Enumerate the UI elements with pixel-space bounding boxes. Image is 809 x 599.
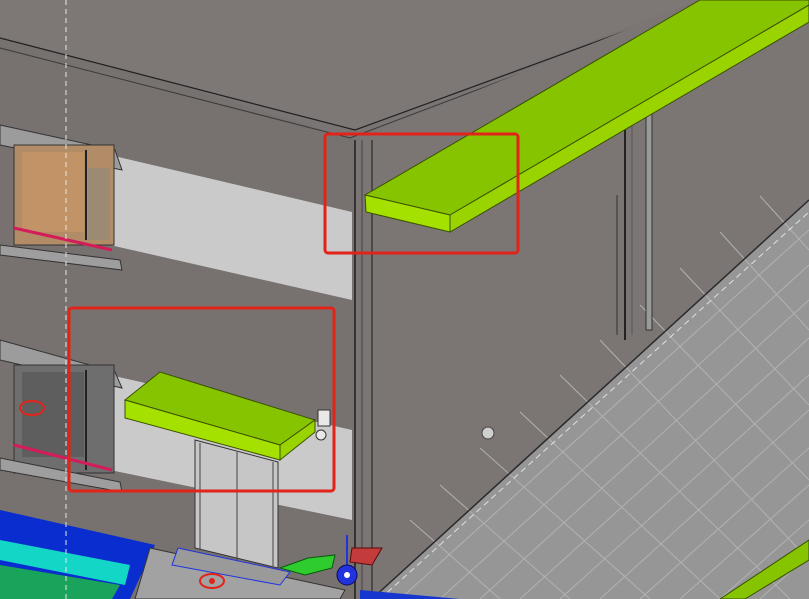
point-marker[interactable]	[481, 426, 495, 440]
3d-viewport[interactable]	[0, 0, 809, 599]
model-canvas[interactable]	[0, 0, 809, 599]
entrance-door[interactable]	[194, 439, 279, 569]
